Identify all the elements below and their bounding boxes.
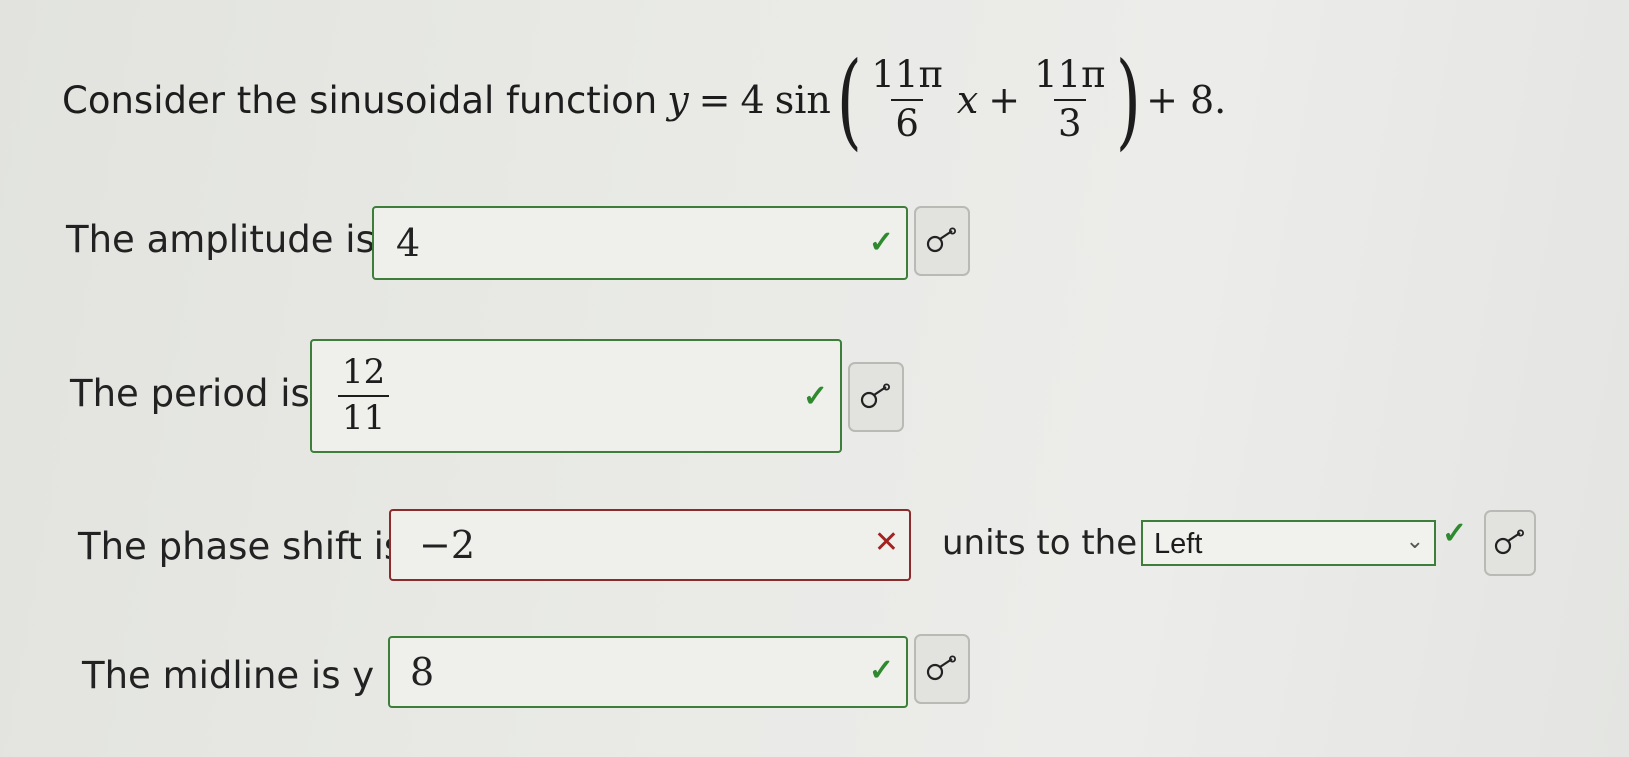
- check-icon: ✓: [868, 654, 894, 687]
- check-icon: ✓: [1442, 517, 1468, 550]
- units-to-the-label: units to the: [942, 523, 1138, 563]
- period-label: The period is: [70, 372, 310, 415]
- eq-close-paren: ): [1115, 39, 1141, 161]
- chevron-down-icon: ⌄: [1405, 528, 1424, 553]
- equation: y = 4 sin ( 11π 6 x + 11π 3 ) + 8.: [667, 48, 1226, 152]
- period-fraction: 12 11: [338, 352, 390, 437]
- frac2-denominator: 3: [1054, 99, 1086, 144]
- eq-fraction-2: 11π 3: [1030, 53, 1109, 144]
- midline-label: The midline is y =: [82, 654, 417, 697]
- direction-dropdown[interactable]: Left ⌄: [1141, 520, 1436, 566]
- eq-plus: +: [988, 78, 1021, 122]
- question-lead: Consider the sinusoidal function: [62, 78, 658, 122]
- eq-fraction-1: 11π 6: [867, 53, 946, 144]
- eq-y: y: [667, 78, 689, 122]
- eq-x: x: [956, 78, 979, 122]
- key-icon: [926, 655, 956, 681]
- eq-sin: sin: [774, 78, 831, 122]
- phase-shift-label: The phase shift is: [78, 525, 404, 568]
- amplitude-answer-field[interactable]: 4 ✓: [372, 206, 908, 280]
- period-key-button[interactable]: [848, 362, 904, 432]
- eq-tail: + 8.: [1146, 78, 1227, 122]
- period-answer-field[interactable]: 12 11 ✓: [310, 339, 842, 453]
- phase-shift-key-button[interactable]: [1484, 510, 1536, 576]
- check-icon: ✓: [868, 226, 894, 259]
- period-denominator: 11: [338, 394, 390, 437]
- direction-value: Left: [1154, 528, 1203, 560]
- midline-answer-field[interactable]: 8 ✓: [388, 636, 908, 708]
- phase-shift-answer-field[interactable]: −2 ✕: [389, 509, 911, 581]
- key-icon: [926, 227, 956, 253]
- frac1-denominator: 6: [891, 99, 923, 144]
- midline-key-button[interactable]: [914, 634, 970, 704]
- phase-shift-value: −2: [419, 523, 476, 567]
- period-numerator: 12: [342, 352, 386, 392]
- amplitude-key-button[interactable]: [914, 206, 970, 276]
- check-icon: ✓: [802, 380, 828, 413]
- question-text: Consider the sinusoidal function y = 4 s…: [62, 40, 1226, 160]
- key-icon: [860, 383, 890, 409]
- amplitude-value: 4: [396, 221, 421, 265]
- key-icon: [1494, 529, 1524, 555]
- eq-equals: =: [698, 78, 731, 122]
- eq-coefficient: 4: [740, 78, 765, 122]
- frac2-numerator: 11π: [1034, 53, 1106, 97]
- cross-icon: ✕: [873, 525, 899, 560]
- frac1-numerator: 11π: [871, 53, 943, 97]
- amplitude-label: The amplitude is: [66, 218, 375, 261]
- midline-value: 8: [410, 650, 435, 694]
- eq-open-paren: (: [836, 39, 862, 161]
